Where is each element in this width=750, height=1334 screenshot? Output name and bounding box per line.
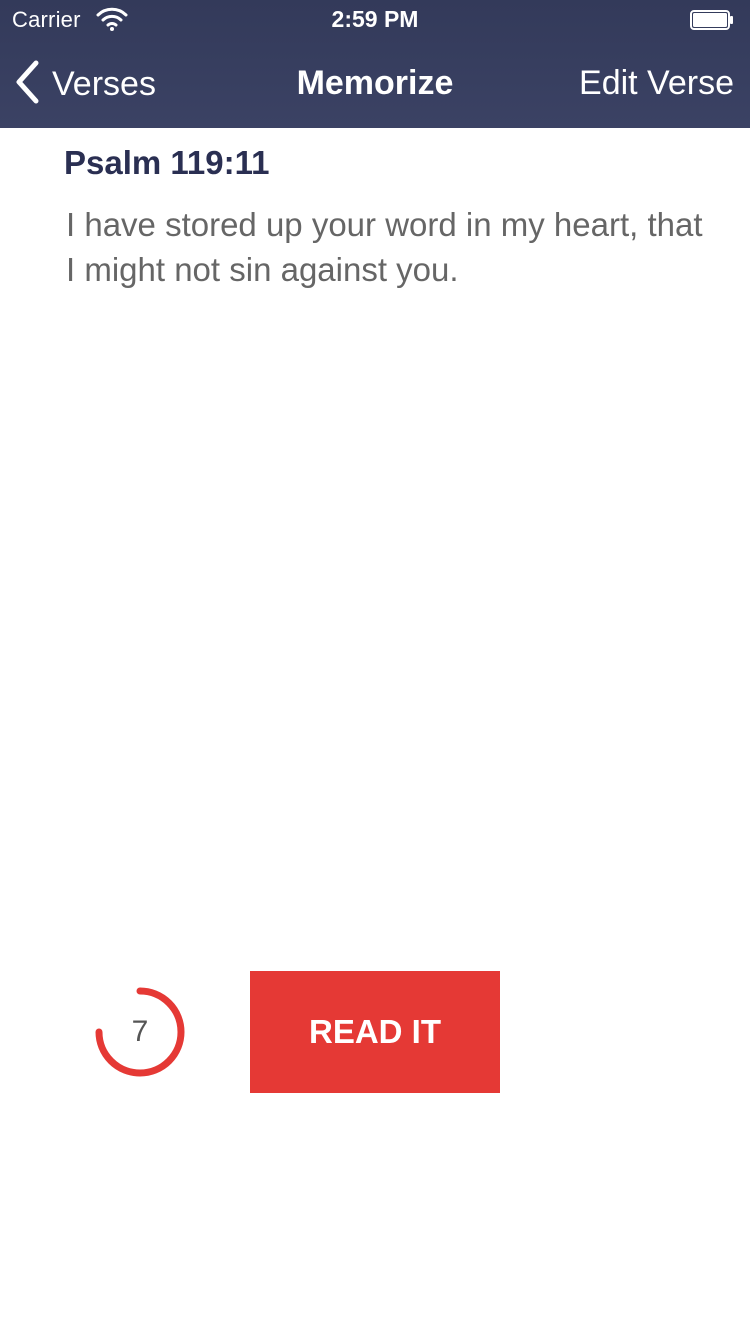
verse-reference: Psalm 119:11	[64, 144, 270, 181]
edit-verse-button[interactable]: Edit Verse	[579, 64, 734, 103]
timer-count: 7	[131, 1015, 149, 1048]
countdown-timer: 7	[94, 986, 186, 1078]
read-it-button[interactable]: READ IT	[250, 971, 500, 1093]
status-time: 2:59 PM	[331, 6, 419, 32]
back-button-label: Verses	[52, 64, 156, 103]
chevron-left-icon	[14, 60, 52, 109]
back-button[interactable]: Verses	[14, 60, 156, 108]
navigation-bar: Verses Memorize Edit Verse	[0, 40, 750, 128]
top-bar: Carrier 2:59 PM Verses Memorize Edit Ver…	[0, 0, 750, 128]
status-bar: Carrier 2:59 PM	[0, 0, 750, 40]
verse-text: I have stored up your word in my heart, …	[66, 206, 703, 288]
battery-icon	[690, 10, 734, 30]
